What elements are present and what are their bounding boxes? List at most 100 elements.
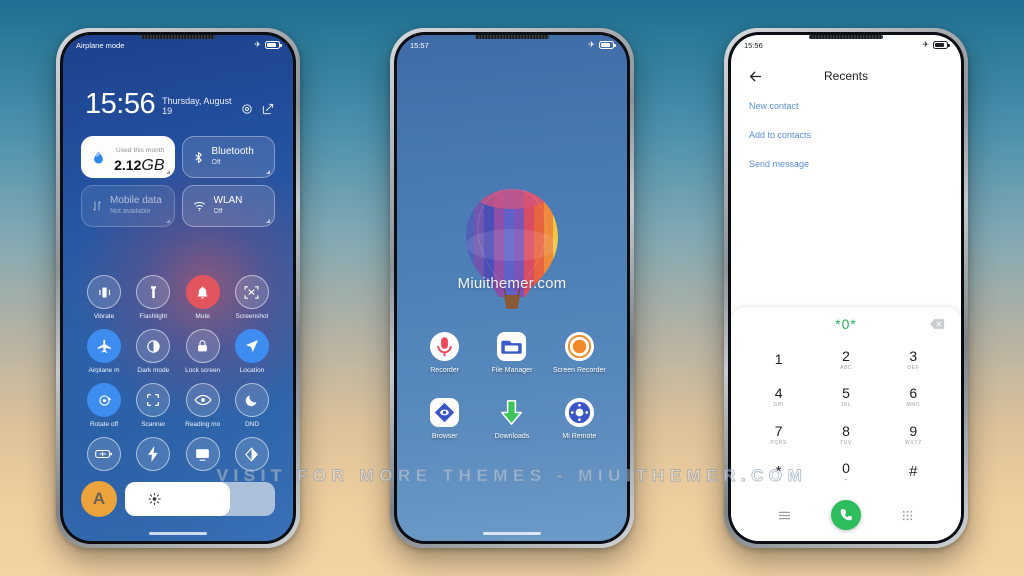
dialer-screen: 15:56 ✈ Recents New contact Add to conta… [731,35,961,541]
status-bar-label: Airplane mode [76,40,125,50]
key-9[interactable]: 9 WXYZ [880,416,947,454]
toggle-label: Screenshot [235,313,269,320]
key-0[interactable]: 0 + [812,454,879,492]
tile-row-1: Used this month 2.12GB Bluetooth Off [81,136,275,178]
phone-bezel: 15:56 ✈ Recents New contact Add to conta… [728,32,964,544]
toggle-label: Mute [195,313,210,320]
link-send-message[interactable]: Send message [749,159,943,169]
app-label: Downloads [494,433,530,441]
lightning-icon [136,437,171,471]
phone-right-dialer: 15:56 ✈ Recents New contact Add to conta… [724,28,968,548]
color-mode-icon [234,437,269,471]
tile-wlan-text: WLAN Off [214,195,243,216]
wallpaper-watermark: Miuithemer.com [457,275,567,292]
data-usage-unit: GB [141,157,165,174]
key-1[interactable]: 1 [745,341,812,379]
hot-air-balloon-wallpaper [466,189,558,310]
toggle-battery-saver[interactable] [81,437,127,475]
toggle-lock-screen[interactable]: Lock screen [180,329,226,374]
key-3[interactable]: 3 DEF [880,341,947,379]
app-label: Recorder [430,367,460,374]
app-file-manager[interactable]: File Manager [481,329,543,375]
toggle-rotate-off[interactable]: Rotate off [81,383,127,428]
data-transfer-icon [93,201,101,211]
toggle-ultra-battery-saver[interactable] [130,437,176,475]
toggle-color-mode[interactable] [229,437,275,475]
app-screen-recorder[interactable]: Screen Recorder [548,329,610,375]
app-label: Mi Remote [562,433,597,441]
toggle-label: Dark mode [137,367,170,374]
toggle-airplane-mode[interactable]: Airplane m [81,329,127,374]
data-usage-label: Used this month [116,147,165,154]
vibrate-icon [87,275,121,309]
tile-bluetooth-text: Bluetooth Off [212,146,254,167]
tile-bluetooth[interactable]: Bluetooth Off [181,136,275,178]
status-bar-clock: 15:57 [410,40,429,50]
gear-icon[interactable] [240,102,254,116]
hamburger-menu-icon[interactable] [777,508,792,523]
tile-mobile-data-sub: Not available [110,207,151,215]
call-button[interactable] [830,500,861,530]
tile-row-2: Mobile data Not available WLAN Off [81,185,275,227]
toggle-vibrate[interactable]: Vibrate [81,275,127,320]
toggle-cast[interactable] [180,437,226,475]
link-new-contact[interactable]: New contact [749,101,943,111]
app-downloads[interactable]: Downloads [481,395,543,441]
tile-data-usage[interactable]: Used this month 2.12GB [81,136,175,178]
toggle-row-3: Rotate off Scanner Reading mo DND [81,383,275,428]
airplane-icon: ✈ [922,40,929,49]
airplane-icon [87,329,121,363]
toggle-label: Flashlight [139,313,168,320]
backspace-icon[interactable] [929,319,945,330]
key-star[interactable]: * [745,454,812,492]
toggle-location[interactable]: Location [229,329,275,374]
auto-brightness-button[interactable]: A [81,481,117,517]
toggle-flashlight[interactable]: Flashlight [130,275,176,320]
toggle-label: DND [244,421,260,428]
toggle-scanner[interactable]: Scanner [130,383,176,428]
key-8[interactable]: 8 TUV [812,416,879,454]
bluetooth-icon [194,151,202,163]
edit-icon[interactable] [261,102,275,116]
home-indicator [149,531,207,535]
app-row-2: Browser Downloads Mi Remote [411,395,613,441]
key-letters: GHI [773,402,785,409]
app-bar: Recents [731,59,961,93]
app-browser[interactable]: Browser [414,395,476,441]
app-label: File Manager [491,367,533,374]
folder-icon [495,329,529,363]
key-2[interactable]: 2 ABC [812,341,879,379]
download-arrow-icon [495,395,529,429]
toggle-dark-mode[interactable]: Dark mode [130,329,176,374]
key-hash[interactable]: # [880,454,947,492]
toggle-dnd[interactable]: DND [229,383,275,428]
tile-wlan[interactable]: WLAN Off [181,185,275,227]
link-add-to-contacts[interactable]: Add to contacts [749,130,943,140]
status-bar-icons: ✈ [254,41,282,49]
keypad-grid-icon[interactable] [900,508,915,523]
key-digit: 2 [842,347,850,364]
key-5[interactable]: 5 JKL [812,379,879,417]
battery-icon [599,41,616,49]
toggle-reading-mode[interactable]: Reading mo [180,383,226,428]
sun-icon [148,492,161,506]
brightness-slider[interactable] [125,482,275,516]
quick-tiles: Used this month 2.12GB Bluetooth Off Mob… [81,136,275,227]
key-letters: DEF [907,364,920,371]
airplane-icon: ✈ [588,40,595,49]
toggle-mute[interactable]: Mute [180,275,226,320]
app-recorder[interactable]: Recorder [414,329,476,375]
key-6[interactable]: 6 MNO [880,379,947,417]
app-row-1: Recorder File Manager Screen Recorder [411,329,613,375]
toggle-screenshot[interactable]: Screenshot [229,275,275,320]
toggle-label: Reading mo [185,421,221,428]
clock-row: 15:56 Thursday, August 19 [85,90,275,119]
app-mi-remote[interactable]: Mi Remote [548,395,610,441]
dialed-number[interactable]: *0* [747,316,945,332]
scan-frame-icon [136,383,171,417]
dialed-number-row: *0* [731,307,961,341]
page-title: Recents [823,69,869,83]
tile-mobile-data[interactable]: Mobile data Not available [81,185,175,227]
key-7[interactable]: 7 PQRS [745,416,812,454]
key-4[interactable]: 4 GHI [745,379,812,417]
